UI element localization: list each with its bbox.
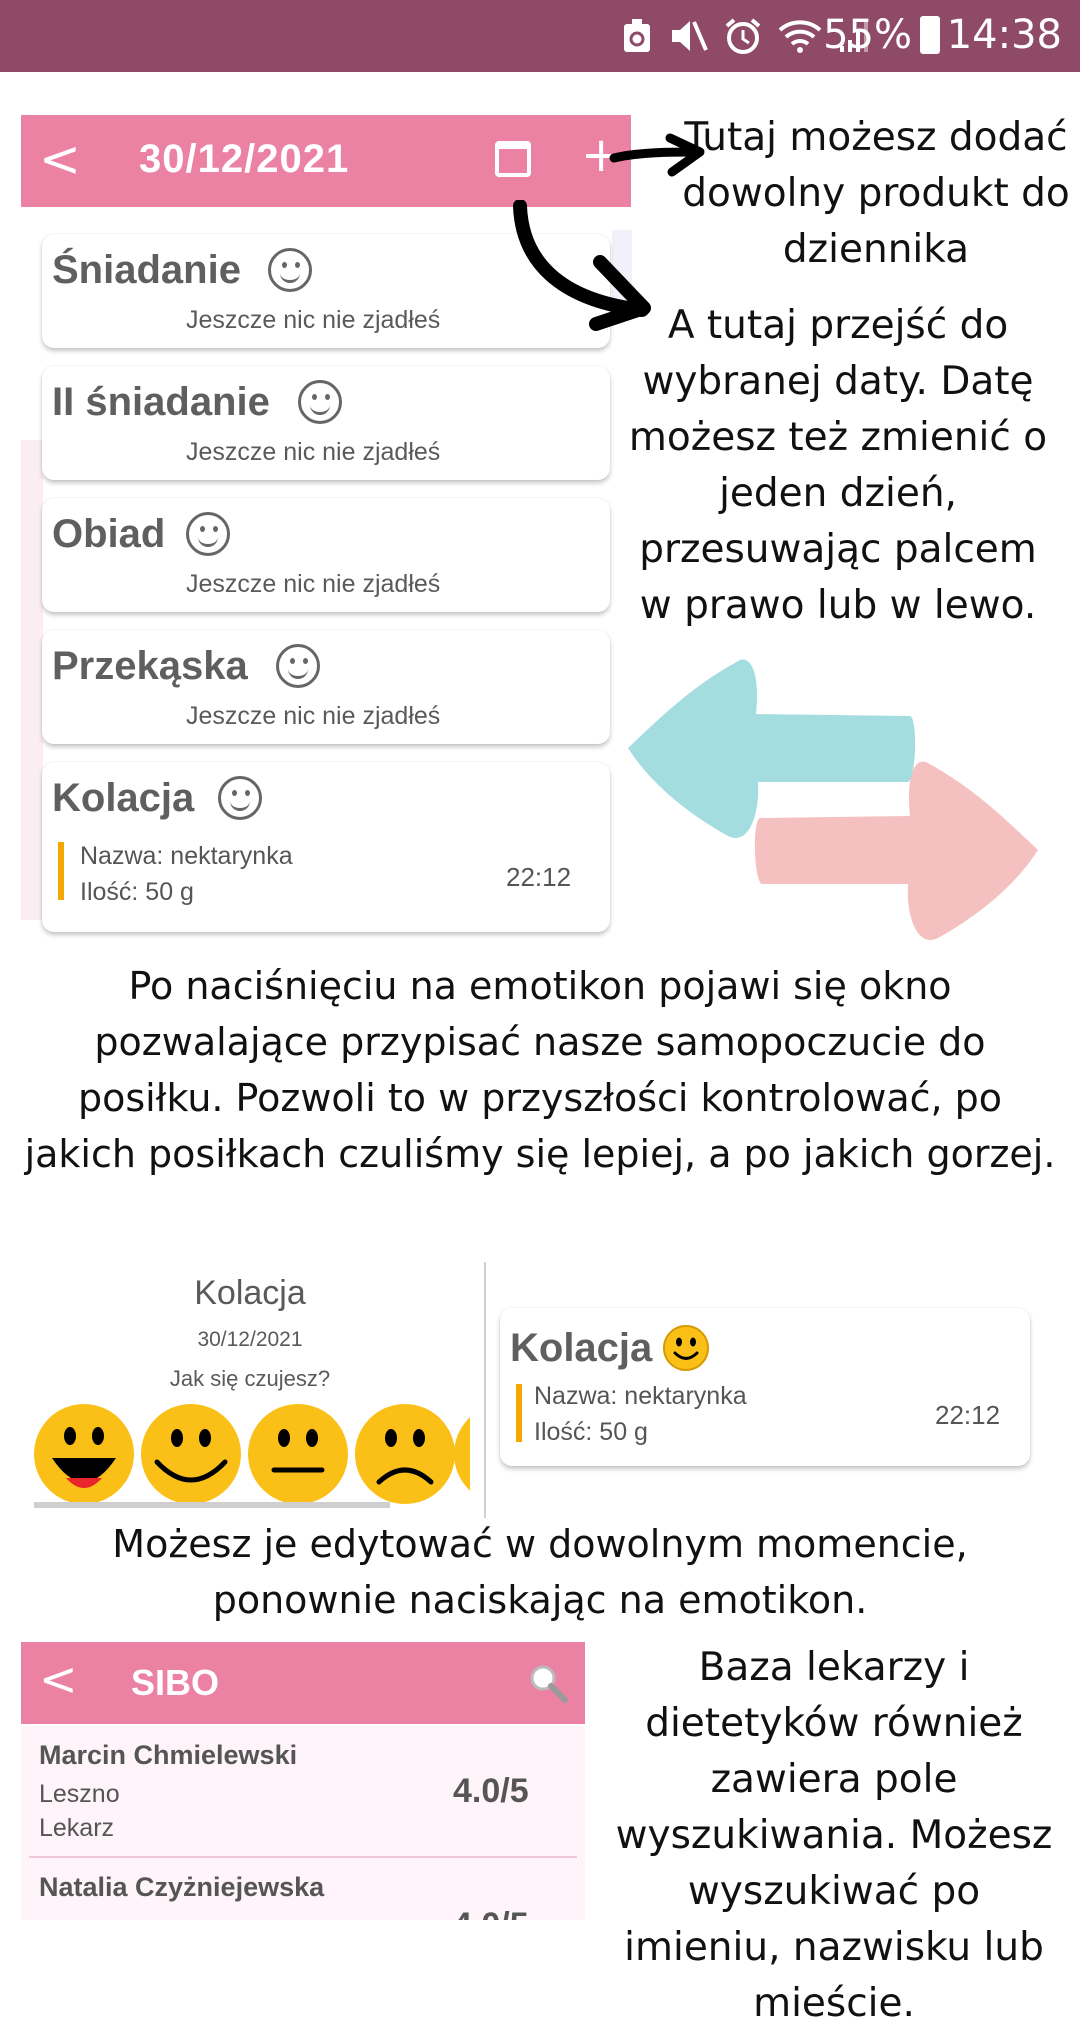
doctor-row[interactable]: Marcin Chmielewski Leszno Lekarz 4.0/5 [21, 1726, 585, 1852]
entry-time: 22:12 [506, 862, 572, 892]
dialog-question: Jak się czujesz? [169, 1366, 331, 1391]
dialog-scroll-indicator [34, 1502, 390, 1508]
back-icon[interactable]: < [39, 1652, 78, 1706]
happy-emoji-icon[interactable] [662, 1324, 710, 1372]
entry-amount: Ilość: 50 g [80, 878, 194, 906]
wifi-icon [778, 20, 822, 53]
neutral-emoji-icon[interactable] [248, 1404, 348, 1504]
meal-card-second-breakfast[interactable]: II śniadanie Jeszcze nic nie zjadłeś [42, 366, 610, 480]
laughing-emoji-icon[interactable] [34, 1404, 134, 1504]
smiley-icon[interactable] [186, 512, 230, 556]
meal-card-lunch[interactable]: Obiad Jeszcze nic nie zjadłeś [42, 498, 610, 612]
smiley-icon[interactable] [268, 248, 312, 292]
arrow-to-plus-icon [609, 133, 705, 177]
note-edit: Możesz je edytować w dowolnym momencie, … [112, 1522, 968, 1622]
meal-title: II śniadanie [52, 380, 270, 424]
entry-accent-bar [58, 842, 64, 900]
dialog-title: Kolacja [194, 1274, 306, 1312]
recycle-icon [624, 19, 650, 52]
mute-icon [672, 21, 708, 51]
swipe-right-arrow-icon [754, 761, 1038, 940]
smiley-icon[interactable] [298, 380, 342, 424]
doctor-row[interactable]: Natalia Czyżniejewska 4.0/5 [21, 1860, 585, 1920]
sibo-header: < SIBO [21, 1642, 585, 1724]
side-shade [21, 440, 43, 920]
doctor-rating: 4.0/5 [453, 1772, 529, 1810]
meal-title: Kolacja [52, 776, 195, 820]
smiley-icon[interactable] [276, 644, 320, 688]
diary-header: < 30/12/2021 + [21, 115, 631, 207]
doctor-list: Marcin Chmielewski Leszno Lekarz 4.0/5 N… [21, 1726, 585, 1920]
battery-icon [920, 16, 940, 54]
meal-title: Śniadanie [52, 248, 241, 292]
diary-date: 30/12/2021 [139, 137, 350, 181]
entry-accent-bar [516, 1384, 522, 1442]
search-icon[interactable] [527, 1662, 569, 1704]
note-search: Baza lekarzy i dietetyków również zawier… [615, 1645, 1053, 2026]
back-icon[interactable]: < [39, 131, 81, 187]
meal-title: Przekąska [52, 644, 248, 688]
meal-card-dinner[interactable]: Kolacja Nazwa: nektarynka Ilość: 50 g 22… [42, 762, 610, 932]
clock: 14:38 [946, 12, 1062, 58]
doctor-city: Leszno [39, 1780, 120, 1808]
row-divider [29, 1856, 577, 1858]
meal-title: Kolacja [510, 1326, 653, 1370]
entry-time: 22:12 [935, 1400, 1001, 1430]
note-add-product: Tutaj możesz dodać dowolny produkt do dz… [682, 115, 1070, 272]
mood-options [34, 1404, 470, 1504]
meal-card-snack[interactable]: Przekąska Jeszcze nic nie zjadłeś [42, 630, 610, 744]
note-calendar: A tutaj przejść do wybranej daty. Datę m… [628, 303, 1048, 628]
dialog-date: 30/12/2021 [197, 1328, 303, 1351]
meal-empty-text: Jeszcze nic nie zjadłeś [186, 306, 441, 334]
doctor-name: Natalia Czyżniejewska [39, 1872, 325, 1902]
entry-name: Nazwa: nektarynka [534, 1382, 747, 1410]
alarm-icon [725, 18, 761, 54]
meal-empty-text: Jeszcze nic nie zjadłeś [186, 702, 441, 730]
doctor-rating: 4.0/5 [453, 1906, 529, 1920]
sad-emoji-icon[interactable] [355, 1404, 455, 1504]
meal-empty-text: Jeszcze nic nie zjadłeś [186, 570, 441, 598]
partial-emoji-icon[interactable] [454, 1404, 470, 1504]
arrow-to-calendar-icon [513, 200, 651, 331]
entry-name: Nazwa: nektarynka [80, 842, 293, 870]
doctor-name: Marcin Chmielewski [39, 1740, 298, 1770]
battery-percent: 55% [823, 12, 912, 58]
note-emoticon: Po naciśnięciu na emotikon pojawi się ok… [24, 964, 1056, 1176]
result-meal-card[interactable]: Kolacja Nazwa: nektarynka Ilość: 50 g 22… [500, 1308, 1030, 1466]
meal-title: Obiad [52, 512, 166, 556]
meal-empty-text: Jeszcze nic nie zjadłeś [186, 438, 441, 466]
status-bar: 55% 14:38 [0, 0, 1080, 72]
smiley-icon[interactable] [218, 776, 262, 820]
calendar-icon[interactable] [495, 141, 531, 177]
panel-divider [484, 1262, 486, 1518]
sibo-title: SIBO [131, 1662, 220, 1703]
entry-amount: Ilość: 50 g [534, 1418, 648, 1446]
happy-emoji-icon[interactable] [141, 1404, 241, 1504]
doctor-role: Lekarz [39, 1814, 115, 1842]
